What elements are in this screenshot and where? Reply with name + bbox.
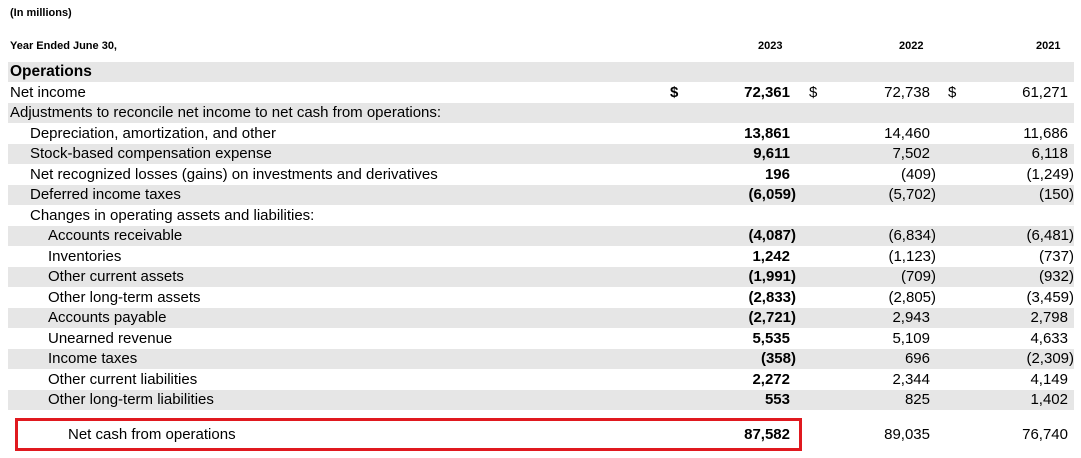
value-2022: 5,109 — [892, 330, 930, 347]
table-row: Operations — [8, 62, 1074, 82]
value-2022: 7,502 — [892, 145, 930, 162]
table-row: Deferred income taxes (6,059) (5,702) (150) — [8, 185, 1074, 205]
value-2022: (409) — [900, 166, 936, 183]
table-row: Accounts payable (2,721) 2,943 2,798 — [8, 308, 1074, 328]
table-row: Other current assets (1,991) (709) (932) — [8, 267, 1074, 287]
value-2021: (6,481) — [1026, 227, 1074, 244]
table-row: Other current liabilities 2,272 2,344 4,149 — [8, 370, 1074, 390]
highlight-box — [15, 418, 802, 451]
value-2022: 72,738 — [884, 84, 930, 101]
currency-symbol: $ — [809, 84, 818, 101]
value-2023: 5,535 — [752, 330, 790, 347]
table-row: Adjustments to reconcile net income to n… — [8, 103, 1074, 123]
row-label: Deferred income taxes — [30, 186, 181, 203]
row-label: Net recognized losses (gains) on investm… — [30, 166, 438, 183]
table-row: Net income $ $ $72,361 72,738 61,271 — [8, 83, 1074, 103]
value-2022: 2,344 — [892, 371, 930, 388]
table-row: Accounts receivable (4,087) (6,834) (6,481) — [8, 226, 1074, 246]
value-2021: (3,459) — [1026, 289, 1074, 306]
value-2021: (150) — [1038, 186, 1074, 203]
row-label: Unearned revenue — [48, 330, 173, 347]
value-2021: 61,271 — [1022, 84, 1068, 101]
value-2021: 6,118 — [1031, 145, 1068, 162]
value-2022: (709) — [900, 268, 936, 285]
value-2023: 196 — [764, 166, 790, 183]
row-label: Adjustments to reconcile net income to n… — [10, 104, 442, 121]
table-row: Changes in operating assets and liabilit… — [8, 206, 1074, 226]
value-2023: 1,242 — [752, 248, 790, 265]
value-2023: 72,361 — [744, 84, 790, 101]
value-2021: 11,686 — [1023, 125, 1068, 142]
value-2021: 2,798 — [1030, 309, 1068, 326]
value-2023: 13,861 — [744, 125, 790, 142]
table-row: Unearned revenue 5,535 5,109 4,633 — [8, 329, 1074, 349]
row-label: Changes in operating assets and liabilit… — [30, 207, 315, 224]
currency-symbol: $ — [948, 84, 957, 101]
value-2021: (737) — [1038, 248, 1074, 265]
row-label: Income taxes — [48, 350, 138, 367]
value-2021: 76,740 — [1022, 426, 1068, 443]
table-row: Stock-based compensation expense 9,611 7,5… — [8, 144, 1074, 164]
value-2023: 2,272 — [752, 371, 790, 388]
row-label: Accounts receivable — [48, 227, 183, 244]
value-2022: (1,123) — [888, 248, 936, 265]
row-label: Inventories — [48, 248, 122, 265]
table-row: Other long-term liabilities 553 825 1,402 — [8, 390, 1074, 410]
table-row: Net recognized losses (gains) on investm… — [8, 165, 1074, 185]
year-header-2022: 2022 — [899, 40, 924, 52]
row-label: Accounts payable — [48, 309, 167, 326]
value-2022: (6,834) — [888, 227, 936, 244]
value-2023: (6,059) — [748, 186, 796, 203]
row-label: Other current liabilities — [48, 371, 198, 388]
value-2022: (2,805) — [888, 289, 936, 306]
value-2023: (358) — [760, 350, 796, 367]
value-2023: (2,721) — [748, 309, 796, 326]
value-2022: 89,035 — [884, 426, 930, 443]
value-2023: 553 — [764, 391, 790, 408]
row-label: Net income — [10, 84, 86, 101]
row-label: Other current assets — [48, 268, 184, 285]
value-2021: 4,149 — [1030, 371, 1068, 388]
year-header-2021: 2021 — [1036, 40, 1061, 52]
value-2022: (5,702) — [888, 186, 936, 203]
year-header-2023: 2023 — [758, 40, 783, 52]
value-2022: 696 — [904, 350, 930, 367]
row-label: Depreciation, amortization, and other — [30, 125, 276, 142]
value-2023: (4,087) — [748, 227, 796, 244]
period-label: Year Ended June 30, — [10, 40, 117, 52]
row-label: Other long-term assets — [48, 289, 201, 306]
value-2021: (2,309) — [1026, 350, 1074, 367]
row-label: Stock-based compensation expense — [30, 145, 272, 162]
value-2023: (1,991) — [748, 268, 796, 285]
row-label: Other long-term liabilities — [48, 391, 214, 408]
value-2021: 1,402 — [1030, 391, 1068, 408]
value-2022: 2,943 — [892, 309, 930, 326]
table-row: Depreciation, amortization, and other 13,… — [8, 124, 1074, 144]
value-2021: (932) — [1038, 268, 1074, 285]
value-2022: 14,460 — [884, 125, 930, 142]
units-note: (In millions) — [10, 7, 72, 19]
value-2023: 9,611 — [753, 145, 790, 162]
row-label: Operations — [10, 63, 92, 80]
value-2021: 4,633 — [1030, 330, 1068, 347]
value-2021: (1,249) — [1026, 166, 1074, 183]
table-row: Income taxes (358) 696 (2,309) — [8, 349, 1074, 369]
value-2023: (2,833) — [748, 289, 796, 306]
table-row: Other long-term assets (2,833) (2,805) (3,4… — [8, 288, 1074, 308]
table-row: Inventories 1,242 (1,123) (737) — [8, 247, 1074, 267]
value-2022: 825 — [904, 391, 930, 408]
currency-symbol: $ — [670, 84, 679, 101]
